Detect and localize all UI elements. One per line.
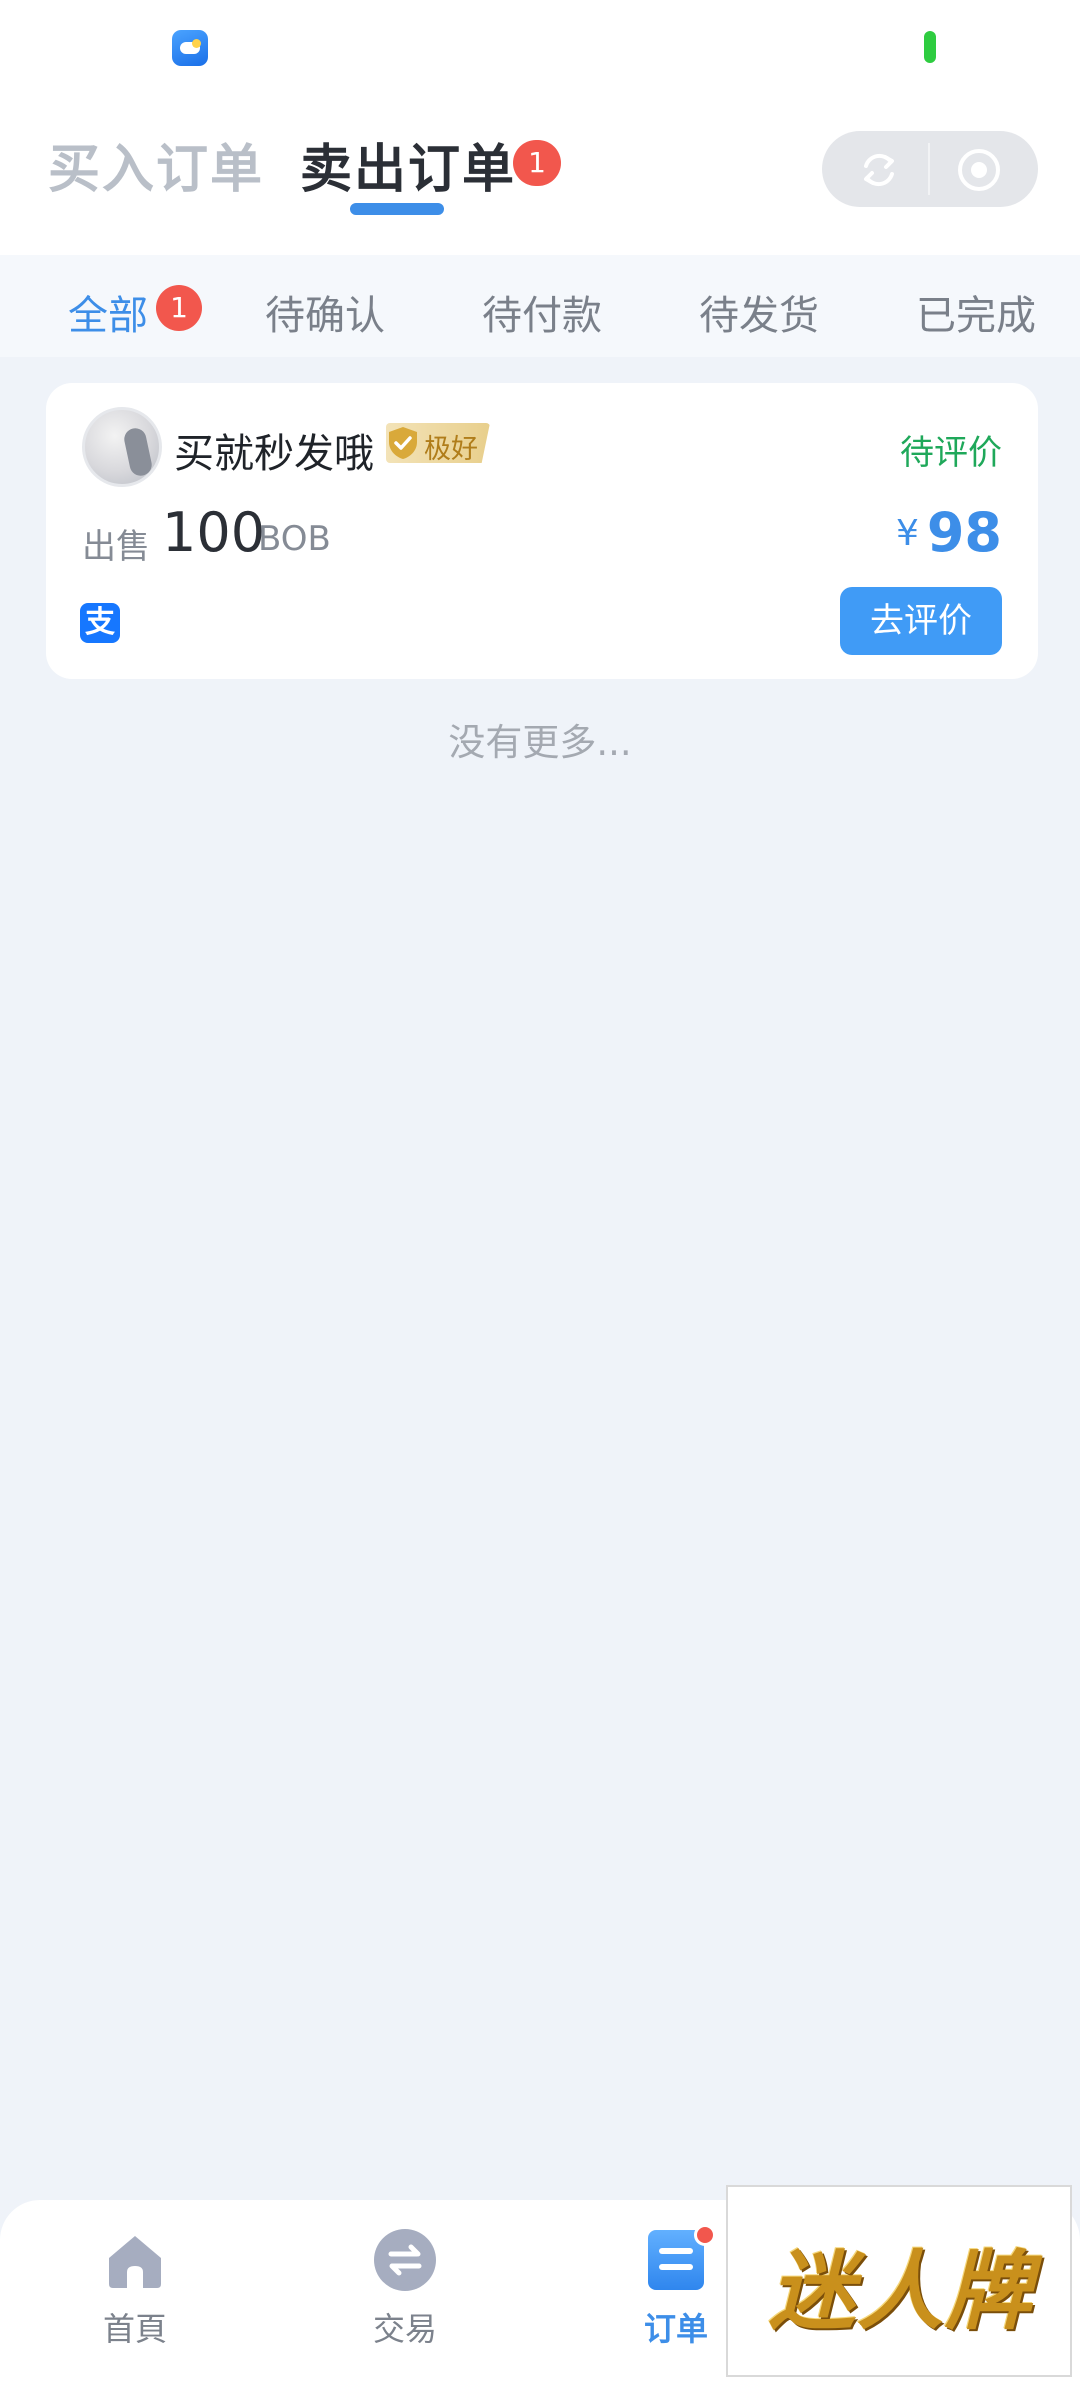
nav-trade[interactable]: 交易: [325, 2228, 485, 2368]
active-tab-indicator: [350, 203, 444, 215]
nav-home-label: 首頁: [102, 2310, 167, 2348]
subtab-all-badge: 1: [156, 285, 202, 331]
seller-name: 买就秒发哦: [174, 431, 374, 477]
subtab-to-confirm[interactable]: 待确认: [265, 283, 385, 341]
battery-icon: [924, 31, 936, 63]
order-status: 待评价: [900, 433, 1002, 473]
nav-home[interactable]: 首頁: [55, 2228, 215, 2368]
capsule-divider: [928, 143, 930, 195]
order-price: ¥98: [896, 501, 1002, 564]
order-card[interactable]: 买就秒发哦 极好 待评价 出售 100 BOB ¥98 支 去评价: [46, 383, 1038, 679]
status-filter-tabs: 全部 1 待确认 待付款 待发货 已完成: [0, 255, 1080, 357]
subtab-to-pay[interactable]: 待付款: [482, 283, 602, 341]
page-header: 买入订单 卖出订单 1: [0, 95, 1080, 255]
watermark-text: 迷人牌: [769, 2241, 1033, 2342]
subtab-completed[interactable]: 已完成: [916, 283, 1036, 341]
review-button[interactable]: 去评价: [840, 587, 1002, 655]
nav-trade-label: 交易: [372, 2310, 437, 2348]
weather-app-icon: [172, 30, 208, 66]
target-circle-icon[interactable]: [956, 147, 1002, 193]
subtab-all[interactable]: 全部: [68, 283, 148, 341]
tab-buy-orders[interactable]: 买入订单: [48, 127, 264, 202]
price-value: 98: [926, 501, 1002, 564]
exchange-icon: [374, 2229, 436, 2291]
rating-label: 极好: [424, 434, 478, 465]
avatar[interactable]: [82, 407, 162, 487]
mini-program-capsule: [822, 131, 1038, 207]
list-end-text: 没有更多...: [448, 721, 632, 764]
watermark-logo: 迷人牌: [726, 2185, 1072, 2377]
home-icon: [109, 2236, 161, 2288]
trade-amount: 100: [162, 501, 266, 564]
currency-symbol: ¥: [895, 513, 919, 554]
shield-check-icon: [389, 427, 417, 459]
trade-coin: BOB: [258, 519, 331, 559]
sell-orders-badge: 1: [513, 140, 561, 186]
notification-dot: [694, 2224, 716, 2246]
rating-badge: 极好: [386, 423, 490, 463]
subtab-to-ship[interactable]: 待发货: [699, 283, 819, 341]
alipay-icon: 支: [80, 603, 120, 643]
refresh-icon[interactable]: [858, 149, 900, 191]
tab-sell-orders[interactable]: 卖出订单: [300, 127, 516, 202]
trade-type: 出售: [82, 527, 150, 567]
status-bar: [0, 0, 1080, 95]
